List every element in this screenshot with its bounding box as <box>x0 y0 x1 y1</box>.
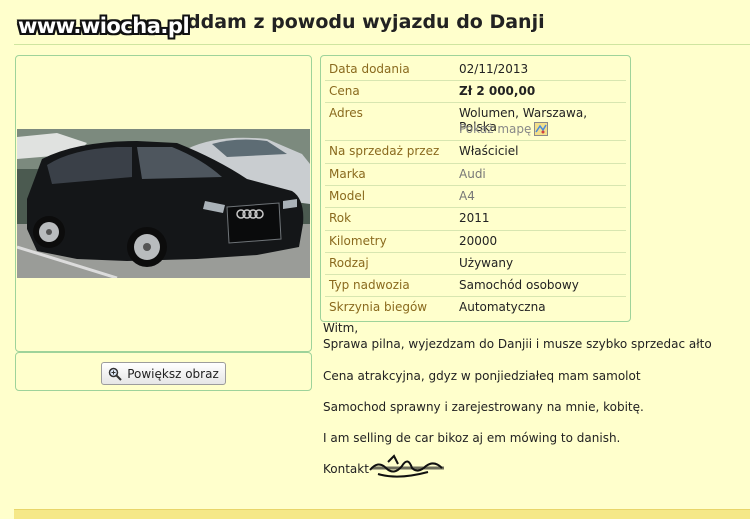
details-value: Samochód osobowy <box>459 278 579 292</box>
details-row-date: Data dodania 02/11/2013 <box>325 58 626 81</box>
details-label: Typ nadwozia <box>329 278 410 292</box>
details-row-seller: Na sprzedaż przez Właściciel <box>325 140 626 164</box>
description-line: Witm, <box>323 321 359 335</box>
show-map-label: Pokaż mapę <box>459 122 532 136</box>
details-value: A4 <box>459 189 475 203</box>
details-label: Adres <box>329 106 363 120</box>
details-label: Skrzynia biegów <box>329 300 428 314</box>
details-value: Używany <box>459 256 514 270</box>
details-row-mileage: Kilometry 20000 <box>325 230 626 253</box>
divider <box>14 44 750 45</box>
enlarge-image-label: Powiększ obraz <box>127 366 219 381</box>
details-row-year: Rok 2011 <box>325 207 626 231</box>
contact-line: Kontakt <box>323 454 444 478</box>
details-label: Model <box>329 189 366 203</box>
show-map-link[interactable]: Pokaż mapę <box>459 122 549 136</box>
details-label: Na sprzedaż przez <box>329 144 440 158</box>
watermark-logo: www.wiocha.pl <box>16 14 190 40</box>
description-line: I am selling de car bikoz aj em mówing t… <box>323 431 621 445</box>
map-icon <box>534 122 549 136</box>
scribbled-contact-signature <box>369 454 444 478</box>
car-photo-graphic <box>17 129 310 278</box>
details-label: Kilometry <box>329 234 387 248</box>
details-label: Data dodania <box>329 62 410 76</box>
details-row-body-type: Typ nadwozia Samochód osobowy <box>325 274 626 297</box>
details-row-condition: Rodzaj Używany <box>325 252 626 275</box>
title-bar: Audi A4 Avant oddam z powodu wyjazdu do … <box>0 0 750 46</box>
price-value: Zł 2 000,00 <box>459 84 536 98</box>
car-photo[interactable] <box>17 129 310 278</box>
enlarge-image-button[interactable]: Powiększ obraz <box>101 362 226 385</box>
details-value: Automatyczna <box>459 300 546 314</box>
details-row-gearbox: Skrzynia biegów Automatyczna <box>325 296 626 318</box>
details-row-model: Model A4 <box>325 185 626 208</box>
image-panel <box>15 55 312 352</box>
details-label: Rodzaj <box>329 256 369 270</box>
enlarge-panel: Powiększ obraz <box>15 352 312 391</box>
details-value: Właściciel <box>459 144 519 158</box>
details-label: Cena <box>329 84 360 98</box>
description-line: Samochod sprawny i zarejestrowany na mni… <box>323 400 644 414</box>
description-line: Sprawa pilna, wyjezdzam do Danjii i musz… <box>323 337 712 351</box>
details-value: 2011 <box>459 211 490 225</box>
details-label: Rok <box>329 211 352 225</box>
details-row-make: Marka Audi <box>325 163 626 186</box>
description-line: Cena atrakcyjna, gdyz w ponjiedziałeq ma… <box>323 369 641 383</box>
contact-label: Kontakt <box>323 462 369 476</box>
details-row-price: Cena Zł 2 000,00 <box>325 80 626 103</box>
details-table: Data dodania 02/11/2013 Cena Zł 2 000,00… <box>320 55 631 322</box>
details-value: 20000 <box>459 234 498 248</box>
details-value: Audi <box>459 167 486 181</box>
details-label: Marka <box>329 167 366 181</box>
magnifier-icon <box>108 367 122 381</box>
details-value: 02/11/2013 <box>459 62 529 76</box>
details-row-address: Adres Wolumen, Warszawa, Polska Pokaż ma… <box>325 102 626 141</box>
